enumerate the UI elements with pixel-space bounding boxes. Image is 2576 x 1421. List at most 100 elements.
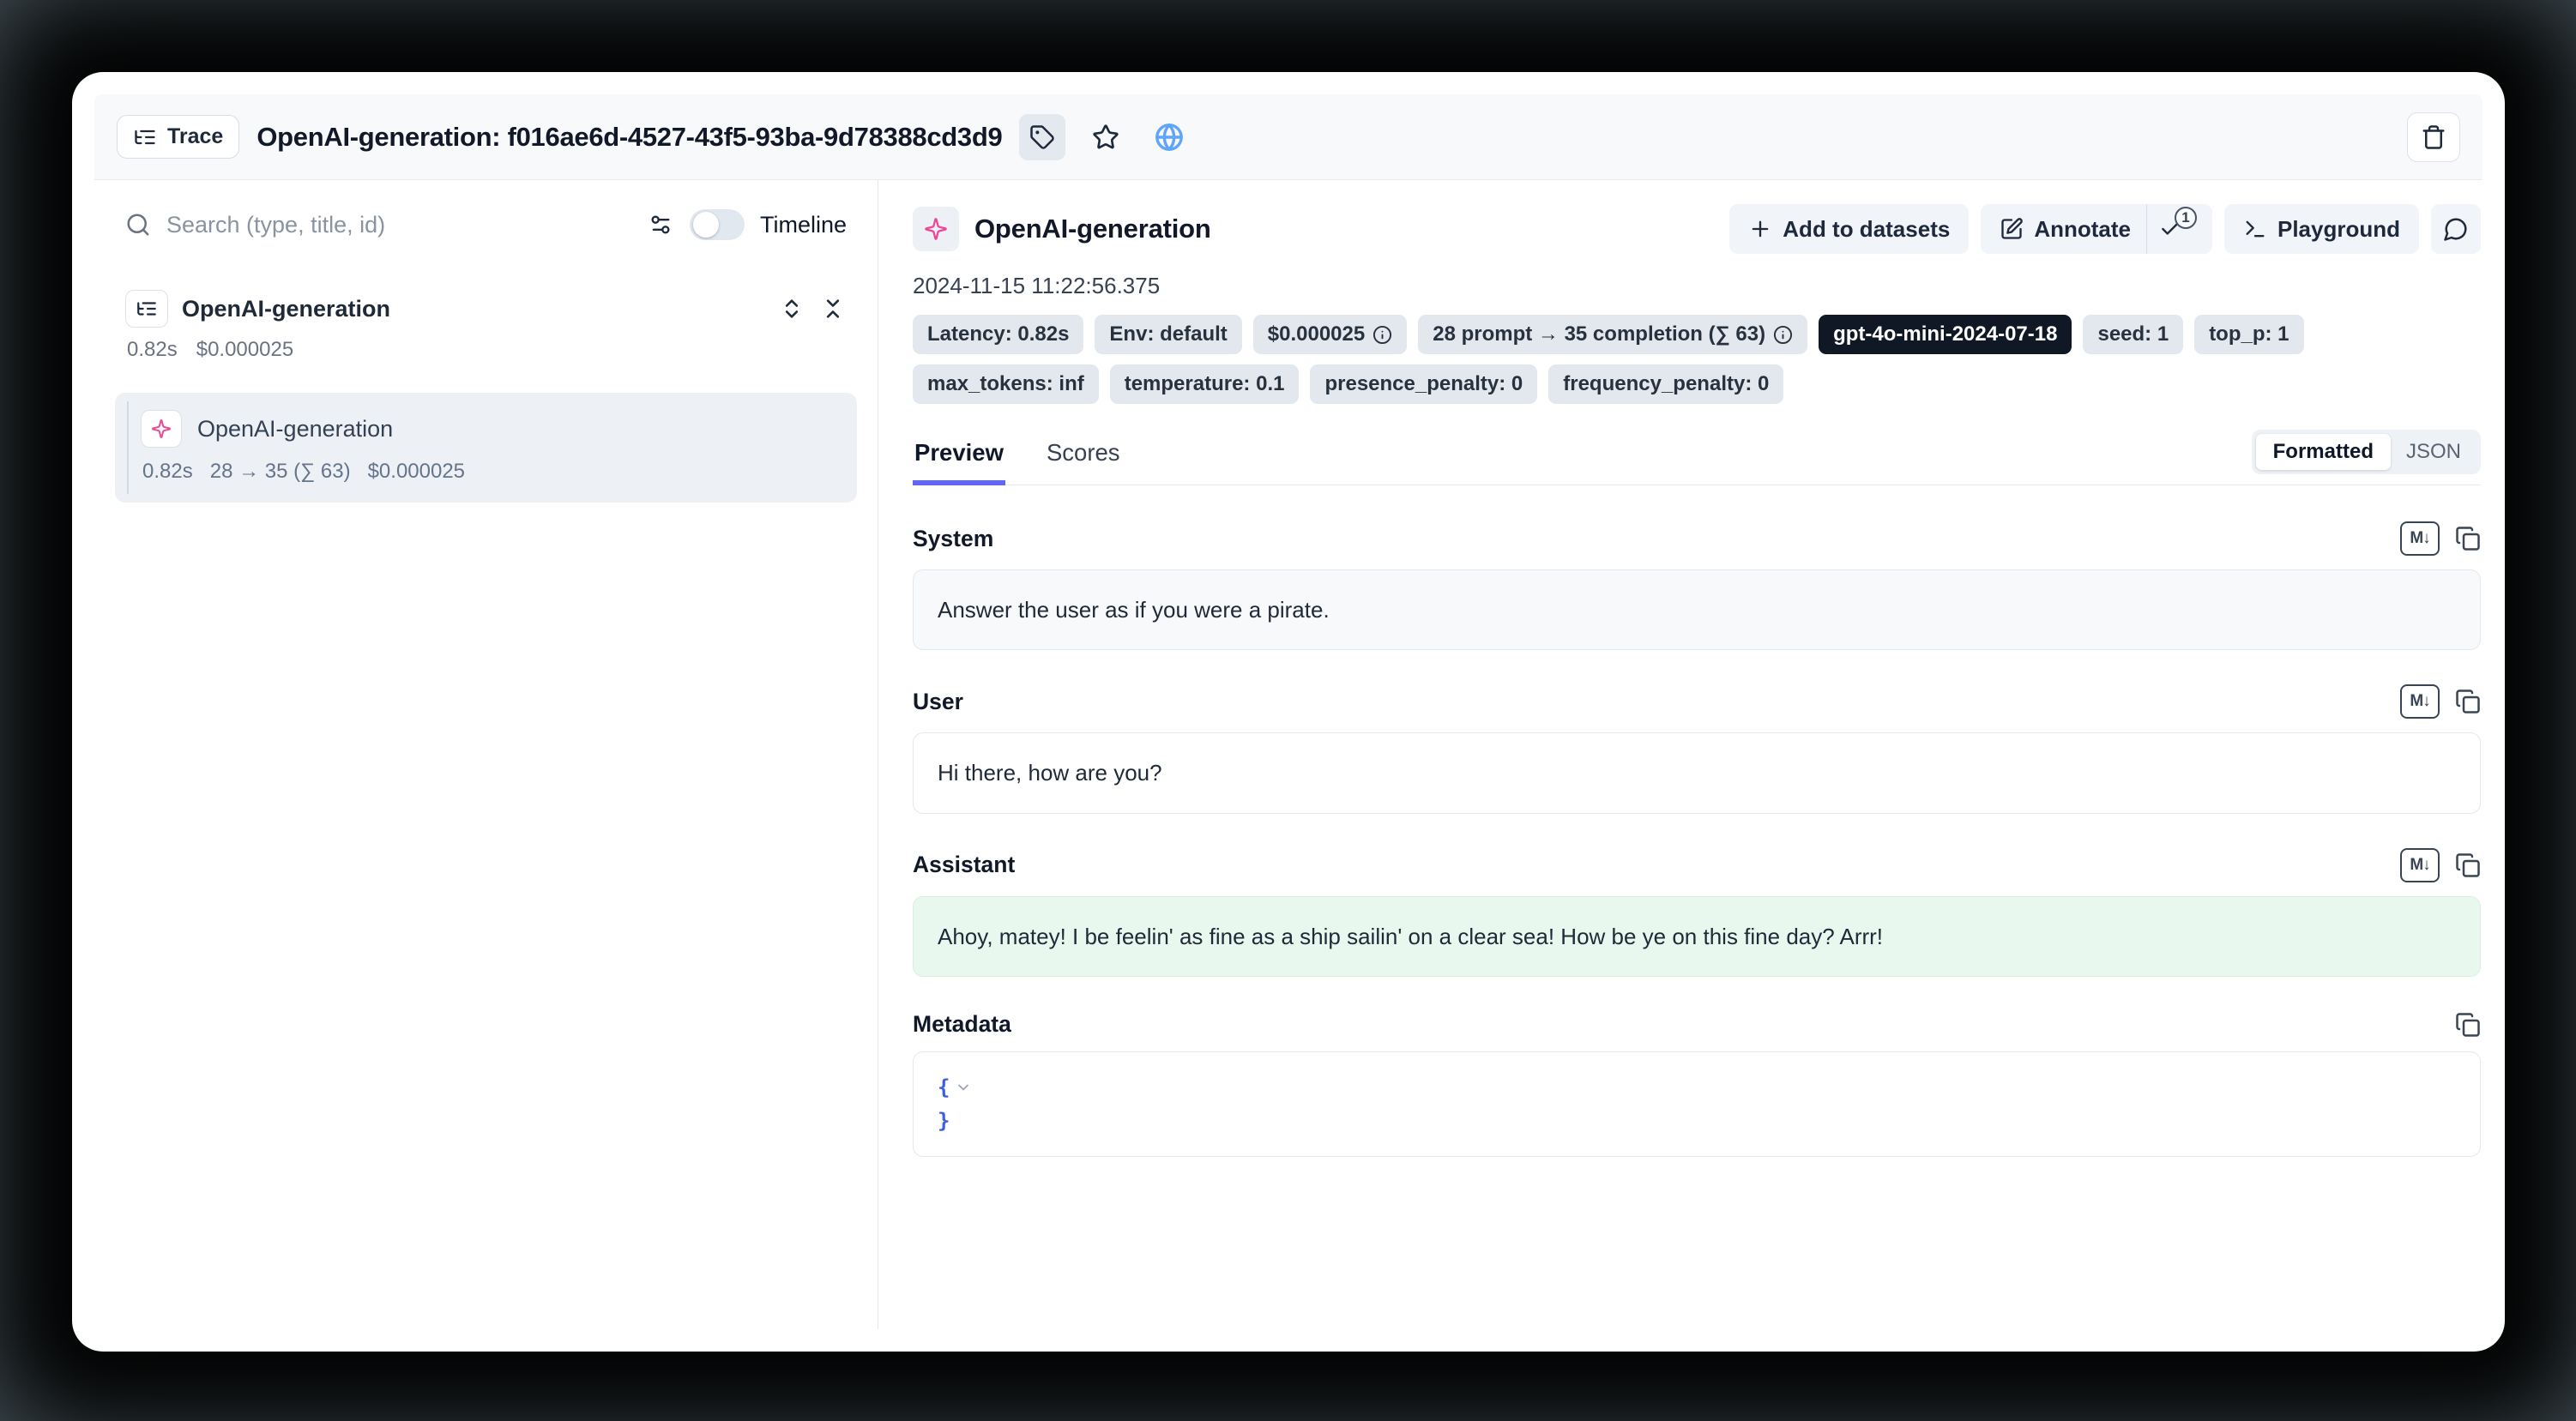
pen-square-icon xyxy=(2000,217,2024,241)
timeline-toggle[interactable] xyxy=(690,209,745,240)
tags-button[interactable] xyxy=(1019,114,1065,160)
detail-tabs: Preview Scores Formatted JSON xyxy=(913,430,2481,485)
trace-badge-label: Trace xyxy=(167,124,223,149)
system-section: System M↓ Answer the user as if you were… xyxy=(913,521,2481,650)
generation-tokens: 28 → 35 (∑ 63) xyxy=(210,460,351,484)
json-open-brace: { xyxy=(938,1071,950,1104)
chevron-down-icon[interactable] xyxy=(955,1079,972,1096)
content-split: Timeline OpenAI-generation xyxy=(94,180,2482,1329)
tree-root-node[interactable]: OpenAI-generation xyxy=(125,290,847,328)
copy-icon xyxy=(2455,526,2481,551)
tree-settings-button[interactable] xyxy=(647,211,674,238)
generation-node-metrics: 0.82s 28 → 35 (∑ 63) $0.000025 xyxy=(141,460,836,484)
generation-latency: 0.82s xyxy=(142,460,193,484)
assistant-message-content: Ahoy, matey! I be feelin' as fine as a s… xyxy=(913,896,2481,977)
annotate-button[interactable]: Annotate xyxy=(1981,204,2146,254)
seed-badge: seed: 1 xyxy=(2083,315,2183,354)
metadata-section: Metadata { } xyxy=(913,1011,2481,1157)
tree-generation-node-selected[interactable]: OpenAI-generation 0.82s 28 → 35 (∑ 63) $… xyxy=(115,393,857,503)
annotate-count-badge: 1 xyxy=(2175,207,2197,229)
trace-node-chip xyxy=(125,290,168,328)
generation-badges-row-1: Latency: 0.82s Env: default $0.000025 28… xyxy=(913,315,2481,354)
public-share-button[interactable] xyxy=(1146,114,1192,160)
annotate-split-button: Annotate 1 xyxy=(1981,204,2212,254)
copy-button[interactable] xyxy=(2455,852,2481,878)
annotate-queue-button[interactable]: 1 xyxy=(2147,204,2212,254)
search-input[interactable] xyxy=(166,212,631,238)
terminal-icon xyxy=(2243,217,2267,241)
assistant-section: Assistant M↓ Ahoy, matey! I be feelin' a… xyxy=(913,848,2481,977)
root-latency: 0.82s xyxy=(127,338,178,362)
add-to-datasets-button[interactable]: Add to datasets xyxy=(1729,204,1969,254)
model-badge[interactable]: gpt-4o-mini-2024-07-18 xyxy=(1819,315,2072,354)
tree-connector-line xyxy=(127,401,129,494)
star-icon xyxy=(1092,123,1119,151)
user-label: User xyxy=(913,689,963,715)
playground-button[interactable]: Playground xyxy=(2224,204,2419,254)
markdown-toggle-icon[interactable]: M↓ xyxy=(2400,521,2440,556)
message-sections: System M↓ Answer the user as if you were… xyxy=(913,485,2481,1157)
trace-type-badge[interactable]: Trace xyxy=(117,115,239,159)
comments-button[interactable] xyxy=(2431,204,2481,254)
metadata-json-content: { } xyxy=(913,1051,2481,1157)
trace-detail-window: Trace OpenAI-generation: f016ae6d-4527-4… xyxy=(72,72,2505,1352)
generation-detail-panel: OpenAI-generation Add to datasets xyxy=(878,180,2482,1329)
generation-timestamp: 2024-11-15 11:22:56.375 xyxy=(913,273,2481,299)
generation-actions: Add to datasets Annotate xyxy=(1729,204,2481,254)
generation-badges-row-2: max_tokens: inf temperature: 0.1 presenc… xyxy=(913,364,2481,404)
delete-trace-button[interactable] xyxy=(2407,112,2460,162)
markdown-toggle-icon[interactable]: M↓ xyxy=(2400,684,2440,719)
copy-button[interactable] xyxy=(2455,1012,2481,1038)
generation-cost: $0.000025 xyxy=(368,460,465,484)
copy-icon xyxy=(2455,852,2481,878)
markdown-toggle-icon[interactable]: M↓ xyxy=(2400,848,2440,882)
json-close-brace: } xyxy=(938,1105,950,1137)
trace-header: Trace OpenAI-generation: f016ae6d-4527-4… xyxy=(94,94,2482,180)
list-tree-icon xyxy=(133,125,157,149)
tokens-badge[interactable]: 28 prompt → 35 completion (∑ 63) xyxy=(1418,315,1807,354)
copy-button[interactable] xyxy=(2455,689,2481,714)
tab-scores[interactable]: Scores xyxy=(1045,439,1122,485)
page-title: OpenAI-generation: f016ae6d-4527-43f5-93… xyxy=(256,122,1002,153)
generation-title: OpenAI-generation xyxy=(974,214,1211,244)
sparkle-icon xyxy=(924,217,948,241)
sliders-icon xyxy=(649,213,673,237)
assistant-label: Assistant xyxy=(913,852,1015,878)
generation-title-row: OpenAI-generation Add to datasets xyxy=(913,204,2481,254)
message-bubble-icon xyxy=(2443,216,2469,242)
presence-penalty-badge: presence_penalty: 0 xyxy=(1310,364,1537,404)
user-message-content: Hi there, how are you? xyxy=(913,732,2481,813)
root-node-label: OpenAI-generation xyxy=(182,296,390,322)
tab-preview[interactable]: Preview xyxy=(913,439,1005,485)
sparkle-icon xyxy=(151,418,172,439)
view-json-option[interactable]: JSON xyxy=(2391,434,2476,470)
cost-badge[interactable]: $0.000025 xyxy=(1253,315,1407,354)
copy-icon xyxy=(2455,689,2481,714)
copy-button[interactable] xyxy=(2455,526,2481,551)
toggle-knob xyxy=(693,212,719,238)
collapse-all-button[interactable] xyxy=(819,295,847,322)
generation-node-chip xyxy=(141,410,182,448)
tag-icon xyxy=(1029,124,1055,150)
globe-icon xyxy=(1155,123,1184,152)
view-formatted-option[interactable]: Formatted xyxy=(2256,434,2391,470)
timeline-label: Timeline xyxy=(760,212,847,238)
system-message-content: Answer the user as if you were a pirate. xyxy=(913,569,2481,650)
copy-icon xyxy=(2455,1012,2481,1038)
latency-badge: Latency: 0.82s xyxy=(913,315,1083,354)
top-p-badge: top_p: 1 xyxy=(2194,315,2303,354)
root-node-metrics: 0.82s $0.000025 xyxy=(125,338,847,362)
trace-tree-sidebar: Timeline OpenAI-generation xyxy=(94,180,878,1329)
view-mode-segmented-control: Formatted JSON xyxy=(2252,430,2481,474)
bookmark-button[interactable] xyxy=(1083,114,1129,160)
frequency-penalty-badge: frequency_penalty: 0 xyxy=(1548,364,1783,404)
info-icon xyxy=(1773,325,1793,345)
root-cost: $0.000025 xyxy=(196,338,293,362)
generation-node-label: OpenAI-generation xyxy=(197,416,393,443)
env-badge: Env: default xyxy=(1095,315,1241,354)
tree-search-row: Timeline xyxy=(125,209,847,240)
expand-all-button[interactable] xyxy=(778,295,805,322)
generation-icon-chip xyxy=(913,207,959,251)
chevrons-up-down-icon xyxy=(780,297,804,321)
trash-icon xyxy=(2421,124,2446,150)
